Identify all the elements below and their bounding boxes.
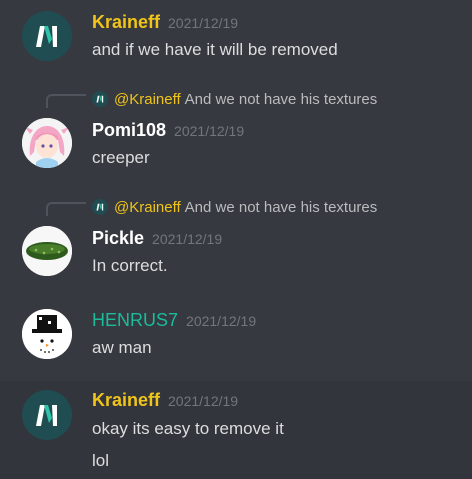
author-name[interactable]: Pickle: [92, 228, 144, 248]
author-name[interactable]: Pomi108: [92, 120, 166, 140]
timestamp: 2021/12/19: [186, 313, 257, 329]
timestamp: 2021/12/19: [168, 15, 239, 31]
message-henrus7: HENRUS7 2021/12/19 aw man: [0, 300, 472, 378]
timestamp: 2021/12/19: [174, 123, 245, 139]
message-header: Pomi108 2021/12/19: [92, 120, 244, 141]
user-avatar-kraineff[interactable]: [22, 11, 72, 61]
user-avatar-henrus7[interactable]: [22, 309, 72, 359]
pickle-avatar: [22, 226, 72, 276]
m-logo-icon: [92, 199, 108, 215]
user-avatar-kraineff[interactable]: [22, 390, 72, 440]
reply-preview[interactable]: @Kraineff And we not have his textures: [92, 91, 377, 108]
reply-spine: [46, 202, 86, 216]
user-avatar-pickle[interactable]: [22, 226, 72, 276]
message-pomi108: @Kraineff And we not have his textures Po…: [0, 82, 472, 180]
m-logo-icon: [36, 26, 57, 47]
message-kraineff-2: Kraineff 2021/12/19 okay its easy to remo…: [0, 381, 472, 479]
user-avatar-pomi108[interactable]: [22, 118, 72, 168]
reply-text: And we not have his textures: [184, 91, 378, 108]
m-logo-icon: [92, 91, 108, 107]
reply-preview[interactable]: @Kraineff And we not have his textures: [92, 199, 377, 216]
message-text: creeper: [92, 148, 150, 167]
m-logo-icon: [36, 405, 57, 426]
message-header: Kraineff 2021/12/19: [92, 390, 238, 411]
snowman-top-hat-avatar: [22, 309, 72, 359]
message-header: HENRUS7 2021/12/19: [92, 310, 256, 331]
reply-mention[interactable]: @Kraineff: [114, 199, 181, 216]
reply-text: And we not have his textures: [184, 199, 378, 216]
reply-spine: [46, 94, 86, 108]
message-text: aw man: [92, 338, 152, 357]
message-text: and if we have it will be removed: [92, 40, 338, 59]
timestamp: 2021/12/19: [168, 393, 239, 409]
message-pickle: @Kraineff And we not have his textures Pi…: [0, 190, 472, 290]
message-text: lol: [92, 451, 110, 470]
message-header: Pickle 2021/12/19: [92, 228, 222, 249]
author-name[interactable]: Kraineff: [92, 390, 160, 410]
message-text: okay its easy to remove it: [92, 419, 284, 438]
message-header: Kraineff 2021/12/19: [92, 12, 238, 33]
message-text: In correct.: [92, 256, 168, 275]
reply-mention[interactable]: @Kraineff: [114, 91, 181, 108]
anime-girl-avatar: [22, 118, 72, 168]
author-name[interactable]: Kraineff: [92, 12, 160, 32]
message-kraineff-1: Kraineff 2021/12/19 and if we have it wil…: [0, 0, 472, 80]
timestamp: 2021/12/19: [152, 231, 223, 247]
author-name[interactable]: HENRUS7: [92, 310, 178, 330]
